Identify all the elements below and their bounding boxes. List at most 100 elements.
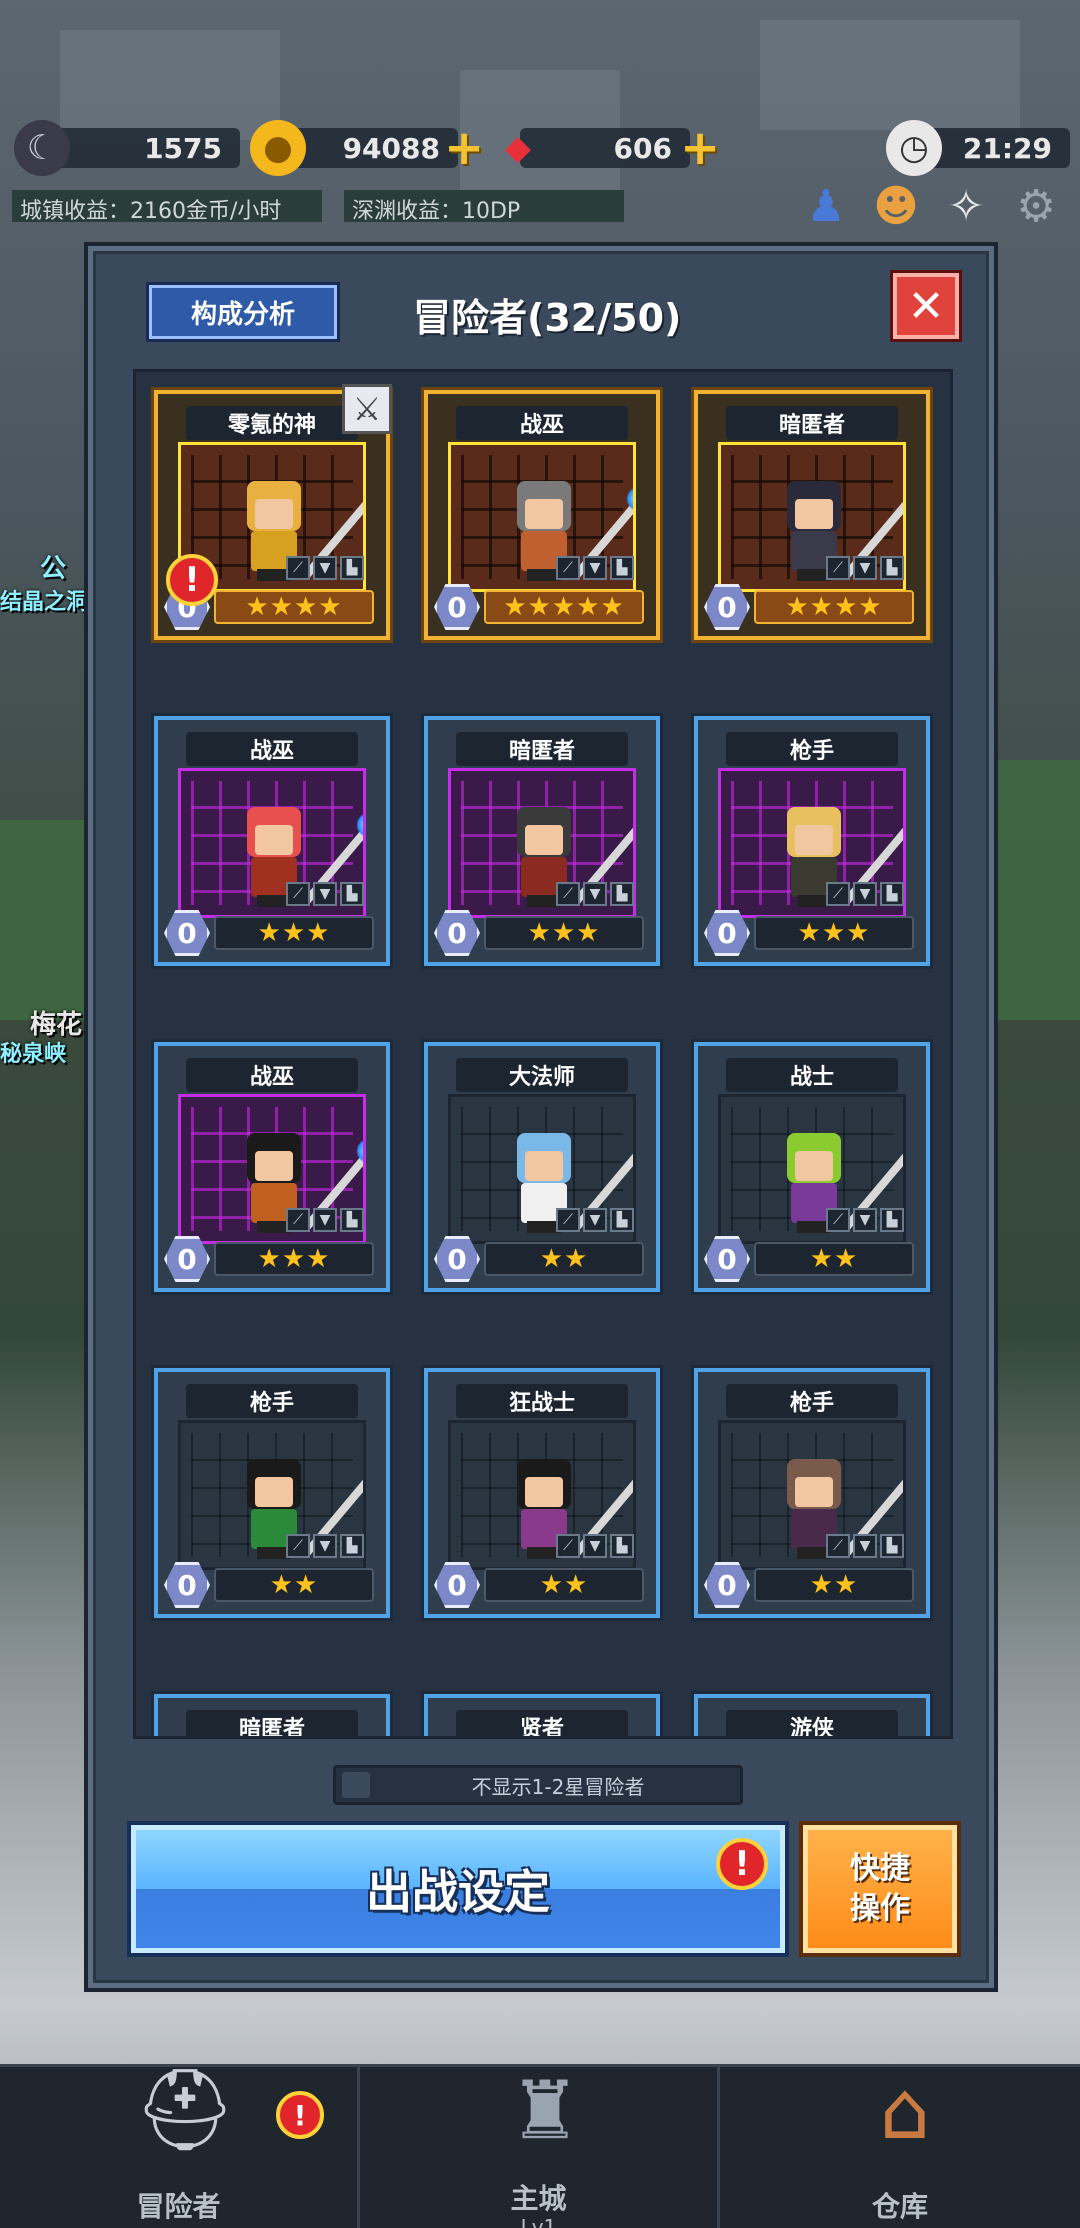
adventurer-class-label: 游侠 [726, 1710, 898, 1736]
armor-slot-icon: ▼ [583, 556, 607, 580]
gear-icon[interactable]: ⚙ [1006, 176, 1066, 236]
nav-warehouse[interactable]: ⌂ 仓库 [720, 2064, 1080, 2228]
weapon-slot-icon: ⟋ [286, 1208, 310, 1232]
armor-slot-icon: ▼ [583, 882, 607, 906]
armor-slot-icon: ▼ [583, 1208, 607, 1232]
adventurer-class-label: 暗匿者 [456, 732, 628, 766]
hide-low-star-toggle[interactable]: 不显示1-2星冒险者 [333, 1765, 743, 1805]
adventurer-card[interactable]: 暗匿者 ⟋ ▼ ▙ 0 ★★★ [424, 716, 660, 966]
adventurer-class-label: 枪手 [726, 1384, 898, 1418]
red-gem-icon: ◆ [504, 128, 532, 168]
adventurer-card[interactable]: 大法师 ⟋ ▼ ▙ 0 ★★ [424, 1042, 660, 1292]
resource-bar: 1575 ☾ 94088 ● + 606 ◆ + 21:29 ◷ [0, 118, 1080, 178]
adventurer-card[interactable]: 战巫 ⟋ ▼ ▙ 0 ★★★ [154, 716, 390, 966]
star-rating: ★★★ [214, 916, 374, 950]
equipment-slots: ⟋ ▼ ▙ [556, 1534, 634, 1558]
adventurer-card[interactable]: 枪手 ⟋ ▼ ▙ 0 ★★ [154, 1368, 390, 1618]
armor-slot-icon: ▼ [583, 1534, 607, 1558]
adventurer-card[interactable]: 战士 ⟋ ▼ ▙ 0 ★★ [694, 1042, 930, 1292]
armor-slot-icon: ▼ [313, 556, 337, 580]
boots-slot-icon: ▙ [340, 556, 364, 580]
sortie-settings-button[interactable]: 出战设定 ! [131, 1825, 785, 1953]
face [525, 1151, 563, 1181]
adventurer-card[interactable]: 战巫 ⟋ ▼ ▙ 0 ★★★★★ [424, 390, 660, 640]
quick-action-button[interactable]: 快捷 操作 [803, 1825, 957, 1953]
adventurer-class-label: 战巫 [456, 406, 628, 440]
alert-icon: ! [276, 2091, 324, 2139]
adventurer-card[interactable]: 暗匿者 ⟋ ▼ ▙ 0 [154, 1694, 390, 1736]
boots-slot-icon: ▙ [340, 1534, 364, 1558]
boots-slot-icon: ▙ [610, 1208, 634, 1232]
nav-adventurers[interactable]: ⛑ ! 冒险者 [0, 2063, 360, 2228]
checkbox[interactable] [342, 1772, 370, 1798]
adventurer-card[interactable]: 贤者 ⟋ ▼ ▙ 0 [424, 1694, 660, 1736]
armor-slot-icon: ▼ [313, 1208, 337, 1232]
weapon-slot-icon: ⟋ [556, 556, 580, 580]
adventurer-class-label: 战士 [726, 1058, 898, 1092]
face [525, 499, 563, 529]
star-rating: ★★ [484, 1242, 644, 1276]
equipment-slots: ⟋ ▼ ▙ [286, 1208, 364, 1232]
weapon-slot-icon: ⟋ [826, 1534, 850, 1558]
clock-icon: ◷ [886, 120, 942, 176]
compass-icon[interactable]: ✧ [936, 176, 996, 236]
weapon-slot-icon: ⟋ [826, 556, 850, 580]
face [255, 825, 293, 855]
equipment-slots: ⟋ ▼ ▙ [556, 556, 634, 580]
adventurer-card[interactable]: 游侠 ⟋ ▼ ▙ 0 [694, 1694, 930, 1736]
boots-slot-icon: ▙ [340, 882, 364, 906]
building-block [760, 20, 1020, 130]
boots-slot-icon: ▙ [610, 556, 634, 580]
weapon-slot-icon: ⟋ [826, 882, 850, 906]
nav-label: 冒险者 [136, 2190, 221, 2223]
face [255, 499, 293, 529]
adventurer-grid[interactable]: 零氪的神 ⟋ ▼ ▙ 0 ★★★★ ! ⚔ 战巫 ⟋ ▼ ▙ 0 ★★★★★ 暗… [133, 369, 953, 1739]
equipment-slots: ⟋ ▼ ▙ [286, 556, 364, 580]
face [255, 1151, 293, 1181]
boots-slot-icon: ▙ [880, 1208, 904, 1232]
equipment-slots: ⟋ ▼ ▙ [286, 882, 364, 906]
armor-slot-icon: ▼ [313, 882, 337, 906]
adventurer-card[interactable]: 狂战士 ⟋ ▼ ▙ 0 ★★ [424, 1368, 660, 1618]
weapon-slot-icon: ⟋ [556, 1208, 580, 1232]
boots-slot-icon: ▙ [610, 1534, 634, 1558]
team-icon[interactable]: ♟ [796, 176, 856, 236]
face [795, 1151, 833, 1181]
gem-value: 606 [613, 131, 672, 165]
equipment-slots: ⟋ ▼ ▙ [286, 1534, 364, 1558]
add-gem-button[interactable]: + [680, 124, 720, 172]
add-gold-button[interactable]: + [444, 124, 484, 172]
gold-coin-icon: ● [250, 120, 306, 176]
town-income: 城镇收益：2160金币/小时 [12, 190, 322, 224]
adventurer-card[interactable]: 零氪的神 ⟋ ▼ ▙ 0 ★★★★ ! ⚔ [154, 384, 392, 640]
alert-icon: ! [716, 1838, 768, 1890]
monster-icon[interactable]: ☻ [866, 176, 926, 236]
grass-patch [0, 820, 100, 1020]
energy-icon: ☾ [14, 120, 70, 176]
boots-slot-icon: ▙ [880, 882, 904, 906]
nav-main-city[interactable]: ♜ 主城 Lv1 [360, 2064, 720, 2228]
grass-patch [990, 760, 1080, 1020]
composition-analysis-button[interactable]: 构成分析 [149, 285, 337, 339]
weapon-slot-icon: ⟋ [556, 882, 580, 906]
adventurer-class-label: 枪手 [726, 732, 898, 766]
armor-slot-icon: ▼ [853, 1208, 877, 1232]
close-icon: ✕ [907, 280, 945, 332]
adventurer-class-label: 战巫 [186, 1058, 358, 1092]
adventurer-card[interactable]: 枪手 ⟋ ▼ ▙ 0 ★★★ [694, 716, 930, 966]
star-rating: ★★★★ [754, 590, 914, 624]
face [795, 1477, 833, 1507]
close-button[interactable]: ✕ [893, 273, 959, 339]
bottom-nav: ⛑ ! 冒险者 ♜ 主城 Lv1 ⌂ 仓库 [0, 2063, 1080, 2228]
map-location-label: 结晶之洞 [0, 590, 89, 615]
adventurer-card[interactable]: 暗匿者 ⟋ ▼ ▙ 0 ★★★★ [694, 390, 930, 640]
armor-slot-icon: ▼ [853, 1534, 877, 1558]
armor-slot-icon: ▼ [313, 1534, 337, 1558]
adventurer-card[interactable]: 枪手 ⟋ ▼ ▙ 0 ★★ [694, 1368, 930, 1618]
boots-slot-icon: ▙ [610, 882, 634, 906]
nav-label: 主城 [510, 2182, 567, 2215]
adventurer-card[interactable]: 战巫 ⟋ ▼ ▙ 0 ★★★ [154, 1042, 390, 1292]
face [255, 1477, 293, 1507]
adventurer-class-label: 零氪的神 [186, 406, 358, 440]
armor-slot-icon: ▼ [853, 882, 877, 906]
